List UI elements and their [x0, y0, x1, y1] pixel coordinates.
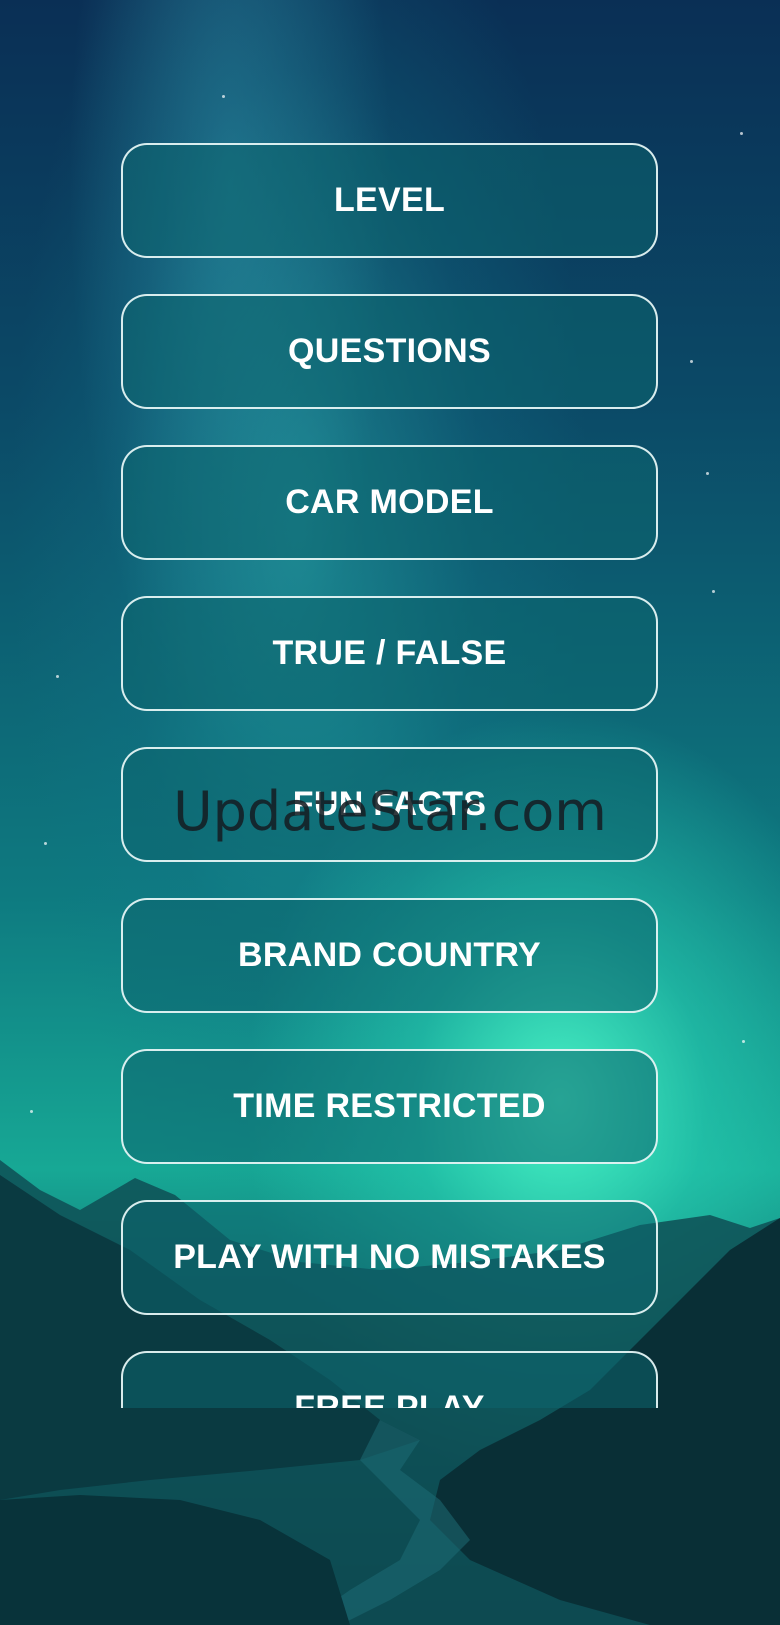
fun-facts-button-label: FUN FACTS	[292, 785, 487, 823]
brand-country-button[interactable]: BRAND COUNTRY	[121, 898, 658, 1013]
questions-button[interactable]: QUESTIONS	[121, 294, 658, 409]
level-button-label: LEVEL	[333, 181, 446, 219]
questions-button-label: QUESTIONS	[288, 332, 491, 370]
free-play-button-label: FREE PLAY	[294, 1389, 485, 1408]
fun-facts-button[interactable]: FUN FACTS	[121, 747, 658, 862]
time-restricted-button[interactable]: TIME RESTRICTED	[121, 1049, 658, 1164]
time-restricted-button-label: TIME RESTRICTED	[233, 1087, 546, 1125]
car-model-button[interactable]: CAR MODEL	[121, 445, 658, 560]
play-with-no-mistakes-button[interactable]: PLAY WITH NO MISTAKES	[121, 1200, 658, 1315]
brand-country-button-label: BRAND COUNTRY	[238, 936, 541, 974]
free-play-button[interactable]: FREE PLAY	[121, 1351, 658, 1408]
play-with-no-mistakes-button-label: PLAY WITH NO MISTAKES	[173, 1238, 606, 1276]
true-false-button[interactable]: TRUE / FALSE	[121, 596, 658, 711]
mode-menu: LEVEL QUESTIONS CAR MODEL TRUE / FALSE F…	[0, 0, 780, 1408]
car-model-button-label: CAR MODEL	[285, 483, 494, 521]
true-false-button-label: TRUE / FALSE	[272, 634, 507, 672]
level-button[interactable]: LEVEL	[121, 143, 658, 258]
